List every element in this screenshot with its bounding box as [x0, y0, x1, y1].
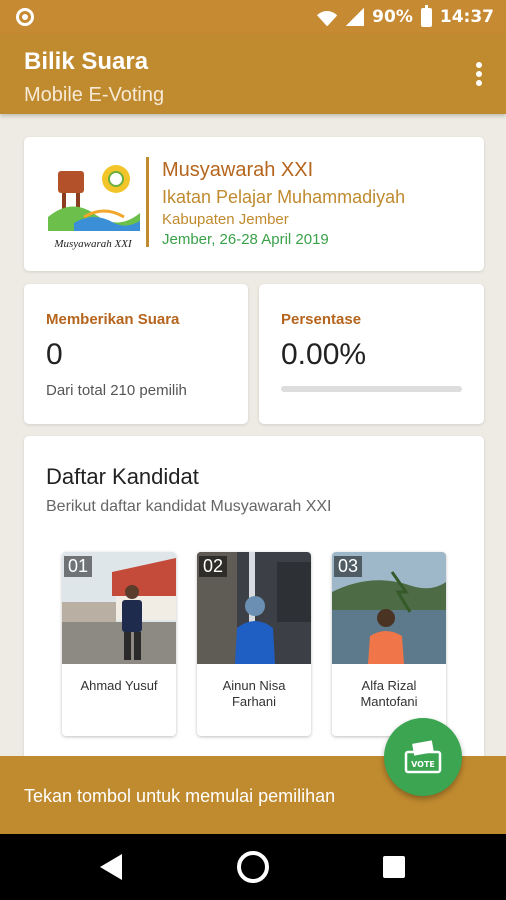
candidate-card-1[interactable]: 01 Ahmad Yusuf	[62, 552, 176, 736]
percentage-progress	[281, 386, 462, 392]
candidate-number: 02	[199, 556, 228, 577]
votes-total: Dari total 210 pemilih	[46, 382, 187, 399]
votes-label: Memberikan Suara	[46, 311, 180, 328]
overflow-menu-icon[interactable]	[476, 62, 482, 86]
battery-icon	[420, 4, 432, 27]
candidate-name: Alfa Rizal Mantofani	[360, 678, 418, 709]
fab-label: VOTE	[411, 760, 435, 769]
vote-button[interactable]: VOTE	[384, 718, 462, 796]
votes-value: 0	[46, 338, 63, 371]
app-subtitle: Mobile E-Voting	[24, 84, 165, 106]
candidate-card-3[interactable]: 03 Alfa Rizal Mantofani	[332, 552, 446, 736]
clock: 14:37	[439, 7, 494, 27]
candidate-name: Ainun Nisa Farhani	[222, 678, 286, 709]
votes-card: Memberikan Suara 0 Dari total 210 pemili…	[24, 284, 248, 424]
percentage-card: Persentase 0.00%	[259, 284, 484, 424]
percentage-label: Persentase	[281, 311, 362, 328]
candidate-number: 03	[334, 556, 363, 577]
signal-icon	[346, 8, 365, 26]
event-name: Musyawarah XXI	[162, 159, 314, 181]
status-bar: 90% 14:37	[0, 0, 506, 34]
app-title: Bilik Suara	[24, 48, 149, 75]
recents-icon[interactable]	[383, 856, 405, 878]
system-nav-bar	[0, 834, 506, 900]
candidates-title: Daftar Kandidat	[46, 464, 199, 489]
event-date: Jember, 26-28 April 2019	[162, 231, 329, 248]
candidates-card: Daftar Kandidat Berikut daftar kandidat …	[24, 436, 484, 766]
candidate-card-2[interactable]: 02 Ainun Nisa Farhani	[197, 552, 311, 736]
candidates-subtitle: Berikut daftar kandidat Musyawarah XXI	[46, 498, 332, 515]
event-region: Kabupaten Jember	[162, 211, 289, 228]
percentage-value: 0.00%	[281, 338, 367, 371]
candidate-name: Ahmad Yusuf	[80, 678, 158, 693]
ballot-box-icon: VOTE	[404, 740, 442, 774]
home-icon[interactable]	[237, 851, 269, 883]
event-organization: Ikatan Pelajar Muhammadiyah	[162, 187, 406, 207]
status-right: 90% 14:37	[316, 0, 494, 34]
bottom-prompt: Tekan tombol untuk memulai pemilihan	[24, 786, 336, 806]
wifi-icon	[316, 8, 338, 26]
notification-icon	[16, 8, 34, 26]
candidate-number: 01	[64, 556, 93, 577]
event-logo: Musyawarah XXI	[48, 165, 140, 250]
back-icon[interactable]	[100, 854, 122, 880]
app-bar: Bilik Suara Mobile E-Voting	[0, 34, 506, 114]
logo-text: Musyawarah XXI	[53, 238, 133, 250]
event-card: Musyawarah XXI Musyawarah XXI Ikatan Pel…	[24, 137, 484, 271]
battery-percent: 90%	[372, 7, 413, 27]
event-divider	[146, 157, 149, 247]
